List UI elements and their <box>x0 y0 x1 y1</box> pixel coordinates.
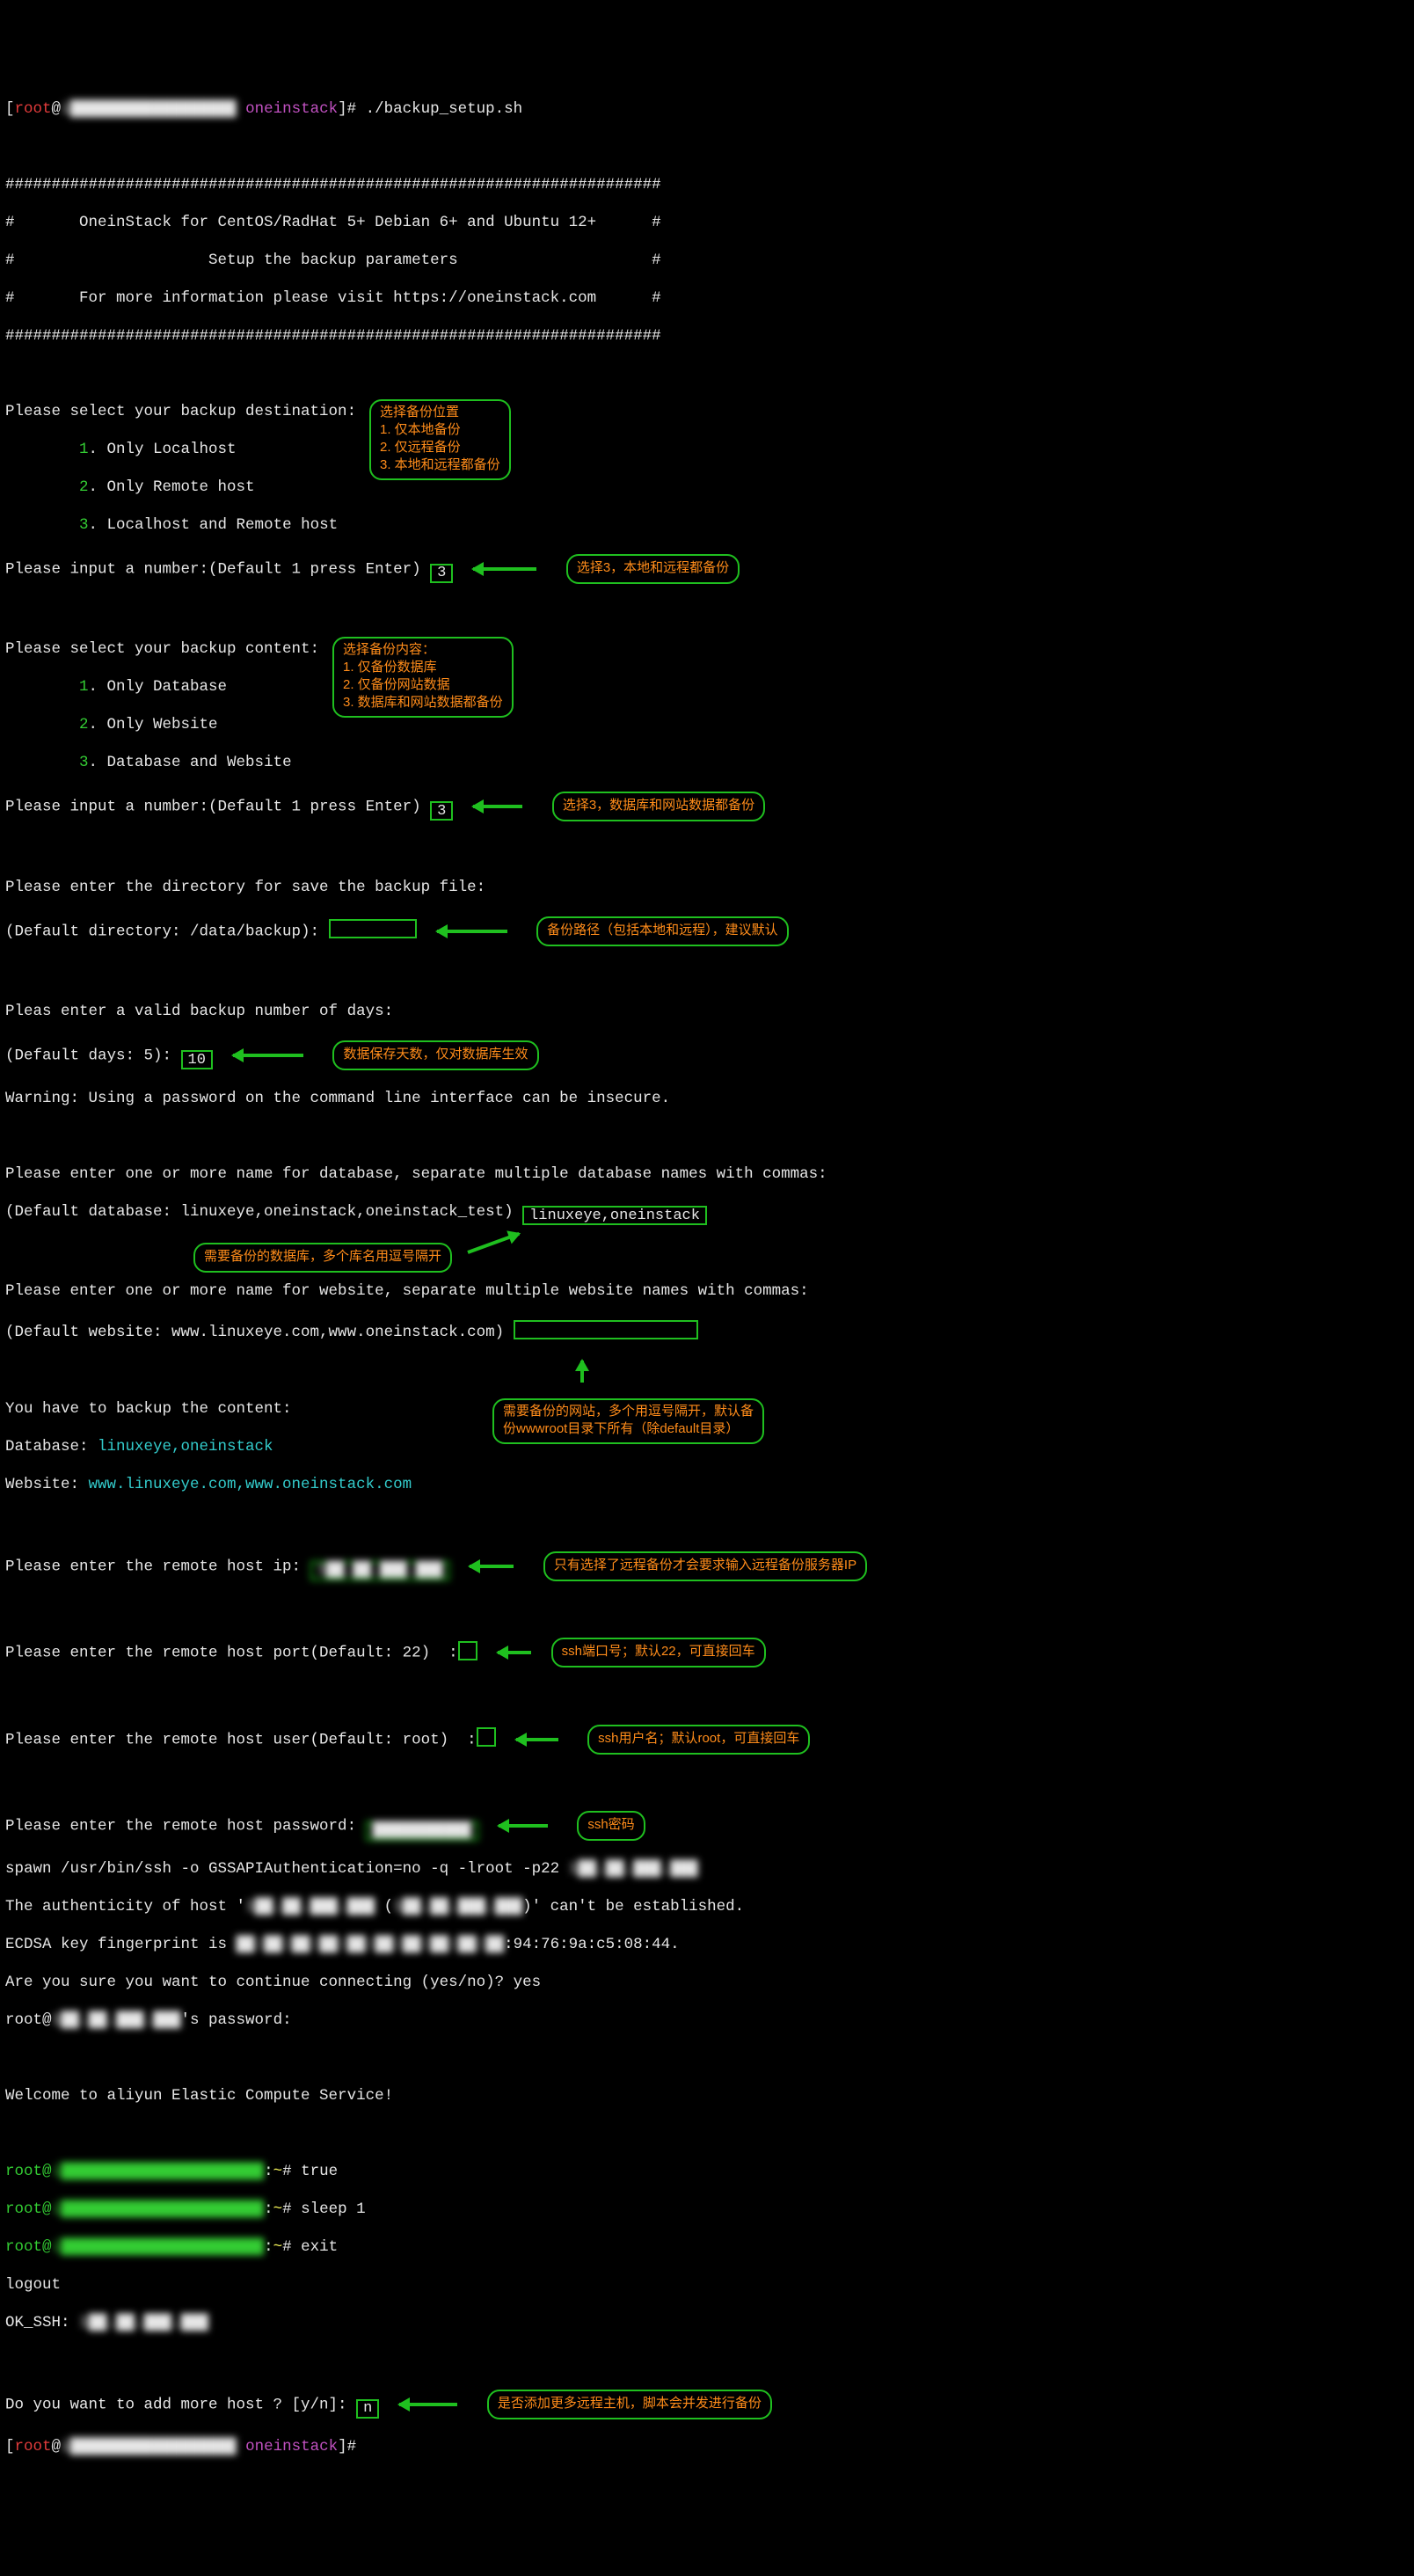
ssh-ecdsa: ECDSA key fingerprint is ██:██:██:██:██:… <box>5 1936 1409 1955</box>
opt-text: . Database and Website <box>89 754 292 771</box>
db-line1: Please enter one or more name for databa… <box>5 1165 1409 1185</box>
ssh-welcome: Welcome to aliyun Elastic Compute Servic… <box>5 2087 1409 2106</box>
terminal-output: [root@i██████████████████ oneinstack]# .… <box>5 81 1409 2476</box>
arrow-icon <box>499 1821 548 1830</box>
header-line: # For more information please visit http… <box>5 289 1409 309</box>
dest-input[interactable]: 3 <box>430 564 453 583</box>
remote-shell-line[interactable]: root@i██████████████████████:~# exit <box>5 2238 1409 2258</box>
dest-sel-anno: 选择3，本地和远程都备份 <box>566 554 740 584</box>
arrow-icon <box>233 1051 303 1060</box>
header-line: # Setup the backup parameters # <box>5 252 1409 271</box>
arrow-icon <box>498 1648 531 1657</box>
web-input[interactable] <box>514 1320 698 1339</box>
prompt-line[interactable]: [root@i██████████████████ oneinstack]# <box>5 2438 1409 2457</box>
remote-ip-label: Please enter the remote host ip: <box>5 1558 310 1575</box>
dir-input[interactable] <box>329 919 417 938</box>
days-input[interactable]: 10 <box>181 1050 213 1069</box>
remote-ip-anno: 只有选择了远程备份才会要求输入远程备份服务器IP <box>543 1551 867 1581</box>
summary-web-val: www.linuxeye.com,www.oneinstack.com <box>89 1476 412 1493</box>
arrow-icon <box>466 1230 521 1257</box>
summary-web-label: Website: <box>5 1476 89 1493</box>
remote-pw-input[interactable]: ███████████ <box>366 1821 478 1841</box>
remote-user-input[interactable] <box>477 1727 496 1747</box>
arrow-icon <box>516 1735 558 1744</box>
opt-text: . Only Remote host <box>89 478 255 496</box>
arrow-up-icon <box>577 1361 587 1383</box>
content-prompt: Please input a number:(Default 1 press E… <box>5 799 430 816</box>
opt-text: . Only Localhost <box>89 441 237 458</box>
arrow-icon <box>399 2400 457 2409</box>
remote-port-input[interactable] <box>458 1641 477 1660</box>
remote-ip-input[interactable]: 1██.██.███.███ <box>310 1561 450 1580</box>
summary-db-label: Database: <box>5 1438 98 1456</box>
remote-pw-label: Please enter the remote host password: <box>5 1818 366 1835</box>
ok-ssh-line: OK_SSH: 1██.██.███.███ <box>5 2314 1409 2333</box>
more-host-anno: 是否添加更多远程主机，脚本会并发进行备份 <box>487 2390 772 2419</box>
opt-num: 1 <box>79 441 89 458</box>
header-line: # OneinStack for CentOS/RadHat 5+ Debian… <box>5 214 1409 233</box>
db-input[interactable]: linuxeye,oneinstack <box>522 1206 707 1225</box>
arrow-icon <box>470 1562 514 1571</box>
content-anno-box: 选择备份内容：1. 仅备份数据库2. 仅备份网站数据3. 数据库和网站数据都备份 <box>332 637 514 718</box>
dir-line2: (Default directory: /data/backup): <box>5 923 329 940</box>
remote-user-label: Please enter the remote host user(Defaul… <box>5 1731 477 1748</box>
more-host-prompt: Do you want to add more host ? [y/n]: <box>5 2396 356 2413</box>
prompt-line[interactable]: [root@i██████████████████ oneinstack]# .… <box>5 100 1409 120</box>
days-anno: 数据保存天数，仅对数据库生效 <box>332 1040 538 1070</box>
content-sel-anno: 选择3，数据库和网站数据都备份 <box>552 792 765 821</box>
db-anno: 需要备份的数据库，多个库名用逗号隔开 <box>193 1243 452 1273</box>
web-anno: 需要备份的网站，多个用逗号隔开，默认备份wwwroot目录下所有（除defaul… <box>492 1398 764 1444</box>
arrow-icon <box>473 802 522 811</box>
summary-db-val: linuxeye,oneinstack <box>98 1438 273 1456</box>
header-border: ########################################… <box>5 176 1409 195</box>
logout-line: logout <box>5 2276 1409 2295</box>
more-host-input[interactable]: n <box>356 2399 379 2419</box>
arrow-icon <box>473 565 536 573</box>
remote-port-anno: ssh端口号；默认22，可直接回车 <box>551 1638 766 1667</box>
opt-text: . Localhost and Remote host <box>89 516 339 534</box>
opt-num: 3 <box>79 754 89 771</box>
opt-num: 2 <box>79 716 89 733</box>
content-input[interactable]: 3 <box>430 801 453 821</box>
remote-port-label: Please enter the remote host port(Defaul… <box>5 1645 458 1662</box>
opt-num: 2 <box>79 478 89 496</box>
dest-anno-box: 选择备份位置1. 仅本地备份2. 仅远程备份3. 本地和远程都备份 <box>369 399 511 480</box>
days-line2: (Default days: 5): <box>5 1047 181 1065</box>
remote-shell-line[interactable]: root@i██████████████████████:~# true <box>5 2163 1409 2182</box>
web-line1: Please enter one or more name for websit… <box>5 1282 1409 1302</box>
web-line2: (Default website: www.linuxeye.com,www.o… <box>5 1324 514 1341</box>
opt-num: 1 <box>79 678 89 696</box>
db-line2: (Default database: linuxeye,oneinstack,o… <box>5 1203 522 1221</box>
header-border: ########################################… <box>5 327 1409 347</box>
days-line1: Pleas enter a valid backup number of day… <box>5 1003 1409 1022</box>
content-title: Please select your backup content: <box>5 640 319 658</box>
remote-user-anno: ssh用户名；默认root，可直接回车 <box>587 1725 810 1755</box>
remote-pw-anno: ssh密码 <box>577 1811 645 1841</box>
dir-line1: Please enter the directory for save the … <box>5 879 1409 898</box>
summary-title: You have to backup the content: <box>5 1400 292 1418</box>
command-input: ./backup_setup.sh <box>366 100 523 118</box>
opt-text: . Only Database <box>89 678 228 696</box>
days-warn: Warning: Using a password on the command… <box>5 1090 1409 1109</box>
dir-anno: 备份路径（包括本地和远程），建议默认 <box>536 916 789 946</box>
opt-text: . Only Website <box>89 716 218 733</box>
remote-shell-line[interactable]: root@i██████████████████████:~# sleep 1 <box>5 2200 1409 2220</box>
dest-title: Please select your backup destination: <box>5 403 356 420</box>
ssh-pw-prompt: root@1██.██.███.███'s password: <box>5 2011 1409 2031</box>
dest-prompt: Please input a number:(Default 1 press E… <box>5 560 430 578</box>
opt-num: 3 <box>79 516 89 534</box>
arrow-icon <box>437 927 507 936</box>
ssh-continue: Are you sure you want to continue connec… <box>5 1974 1409 1993</box>
ssh-spawn: spawn /usr/bin/ssh -o GSSAPIAuthenticati… <box>5 1860 1409 1879</box>
